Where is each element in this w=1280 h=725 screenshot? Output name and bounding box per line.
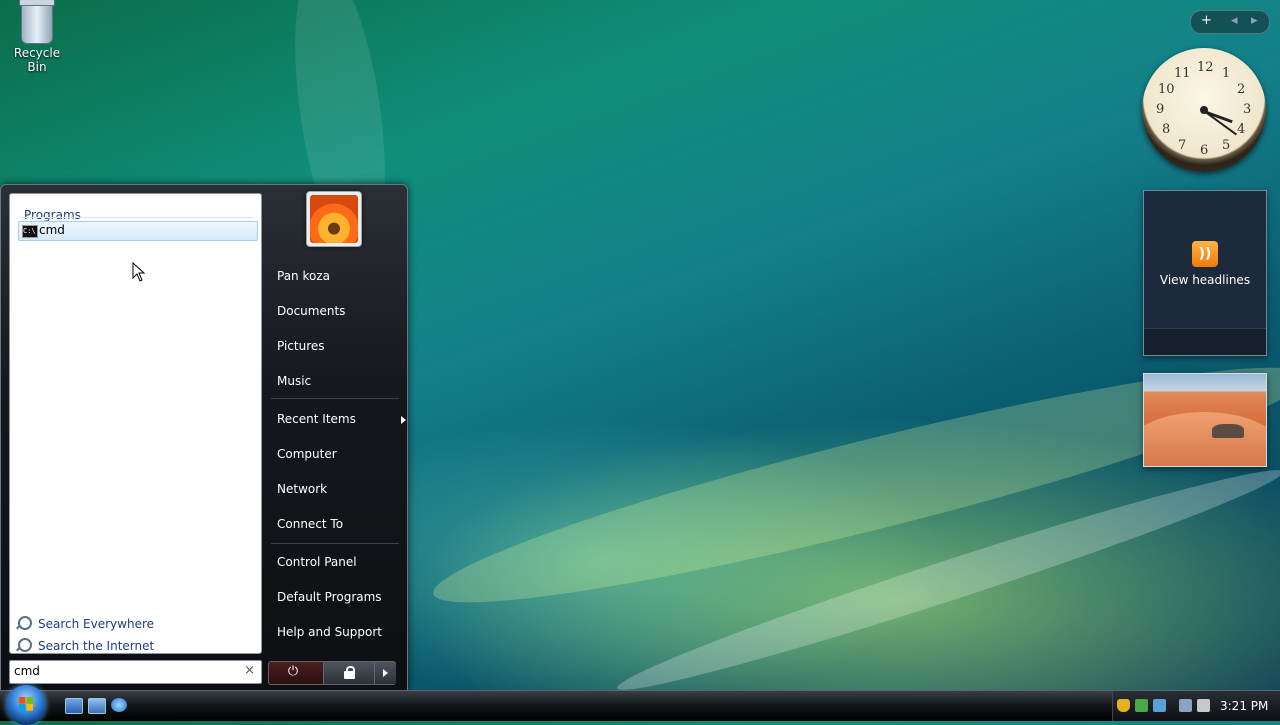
start-menu: Programs C:\ cmd Search Everywhere Searc… — [0, 184, 408, 692]
internet-explorer-icon[interactable] — [111, 698, 127, 712]
menu-separator — [271, 543, 399, 544]
oryx-image — [1212, 424, 1244, 438]
menu-item-music[interactable]: Music — [277, 374, 311, 388]
view-headlines-label: View headlines — [1159, 273, 1251, 287]
cmd-icon: C:\ — [22, 225, 38, 238]
clock-number: 9 — [1156, 102, 1165, 117]
rss-icon: )) — [1192, 241, 1218, 267]
sidebar-next-button[interactable]: ▸ — [1251, 13, 1258, 28]
network-icon[interactable] — [1179, 699, 1192, 712]
menu-item-network[interactable]: Network — [277, 482, 327, 496]
lock-button[interactable] — [323, 662, 374, 684]
submenu-arrow-icon — [401, 416, 406, 424]
feed-headlines-gadget[interactable]: )) View headlines — [1143, 190, 1267, 356]
clock-gadget[interactable]: 12 1 2 3 4 5 6 7 8 9 10 11 — [1142, 48, 1266, 172]
slideshow-gadget[interactable] — [1143, 373, 1267, 467]
sidebar-prev-button[interactable]: ◂ — [1231, 13, 1238, 28]
menu-item-documents[interactable]: Documents — [277, 304, 345, 318]
start-search-input[interactable] — [14, 663, 234, 679]
menu-item-connect-to[interactable]: Connect To — [277, 517, 343, 531]
result-item-label: cmd — [39, 223, 65, 237]
recycle-bin-desktop-icon[interactable]: Recycle Bin — [4, 0, 70, 74]
clock-number: 3 — [1243, 102, 1252, 117]
clock-number: 5 — [1222, 138, 1231, 153]
clear-search-button[interactable]: × — [244, 663, 255, 678]
search-icon — [18, 616, 32, 630]
clock-number: 4 — [1237, 122, 1246, 137]
taskbar: 3:21 PM — [0, 685, 1280, 725]
recycle-bin-label: Recycle Bin — [13, 46, 61, 74]
menu-separator — [271, 398, 399, 399]
clock-number: 2 — [1237, 82, 1246, 97]
shutdown-options-button[interactable] — [374, 662, 396, 684]
search-internet-link[interactable]: Search the Internet — [18, 638, 154, 653]
search-icon — [18, 638, 32, 652]
feed-gadget-footer — [1144, 328, 1266, 355]
volume-muted-icon[interactable] — [1197, 699, 1210, 712]
clock-number: 12 — [1197, 60, 1214, 75]
start-button[interactable] — [6, 685, 46, 725]
power-controls: ⏻ — [268, 661, 396, 685]
programs-divider — [22, 217, 253, 218]
flower-picture — [310, 195, 358, 243]
update-icon[interactable] — [1135, 699, 1148, 712]
mouse-cursor-icon — [132, 262, 146, 282]
clock-number: 11 — [1174, 66, 1191, 81]
menu-item-default-programs[interactable]: Default Programs — [277, 590, 382, 604]
menu-item-control-panel[interactable]: Control Panel — [277, 555, 357, 569]
clock-center-pin — [1200, 106, 1208, 114]
desert-dune-image — [1144, 412, 1266, 466]
security-shield-icon[interactable] — [1117, 699, 1130, 712]
switch-windows-icon[interactable] — [88, 698, 106, 714]
menu-item-help-and-support[interactable]: Help and Support — [277, 625, 382, 639]
clock-number: 10 — [1158, 82, 1175, 97]
programs-header: Programs — [24, 208, 81, 222]
clock-number: 8 — [1162, 122, 1171, 137]
taskbar-clock[interactable]: 3:21 PM — [1220, 699, 1268, 713]
search-everywhere-link[interactable]: Search Everywhere — [18, 616, 154, 631]
clock-number: 1 — [1222, 66, 1231, 81]
menu-item-pictures[interactable]: Pictures — [277, 339, 325, 353]
clock-number: 7 — [1178, 138, 1187, 153]
show-desktop-icon[interactable] — [65, 698, 83, 714]
clock-number: 6 — [1200, 143, 1209, 158]
sync-icon[interactable] — [1153, 699, 1166, 712]
start-search-box: × — [9, 660, 262, 684]
menu-item-user[interactable]: Pan koza — [277, 269, 330, 283]
power-button[interactable]: ⏻ — [285, 664, 301, 680]
arrow-right-icon — [383, 669, 388, 677]
recycle-bin-icon — [19, 0, 55, 44]
result-item-cmd[interactable]: C:\ cmd — [18, 221, 258, 241]
user-avatar[interactable] — [306, 191, 362, 247]
start-menu-places-pane: Pan koza Documents Pictures Music Recent… — [263, 185, 407, 691]
clock-minute-hand — [1203, 110, 1237, 136]
menu-item-recent-items[interactable]: Recent Items — [277, 412, 407, 426]
add-gadget-button[interactable]: + — [1201, 13, 1212, 28]
sidebar-controls: + ◂ ▸ — [1190, 10, 1270, 34]
windows-logo-icon — [19, 697, 33, 711]
menu-item-computer[interactable]: Computer — [277, 447, 337, 461]
